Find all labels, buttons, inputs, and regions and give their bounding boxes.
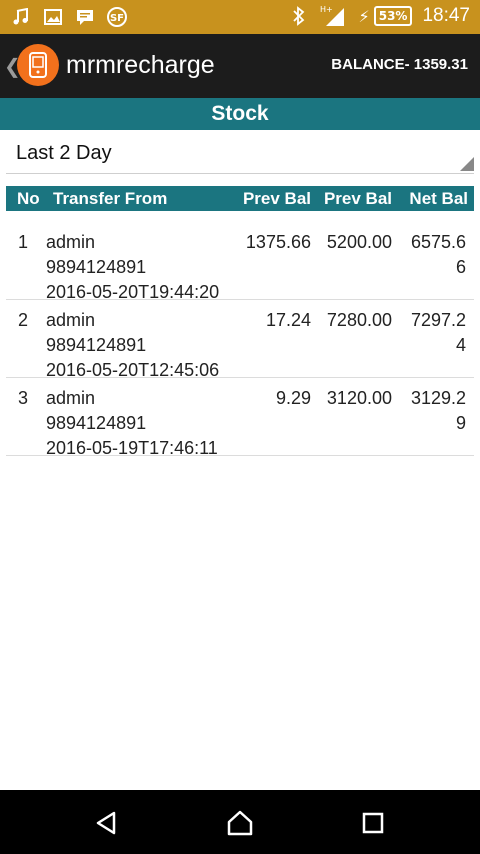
system-icons: H+ ⚡ 53% 18:47 bbox=[288, 4, 470, 28]
row-from-phone: 9894124891 bbox=[46, 257, 147, 277]
header-prev-bal-2: Prev Bal bbox=[323, 189, 392, 208]
network-type-label: H+ bbox=[320, 5, 333, 14]
row-prev-bal-2: 3120.00 bbox=[326, 388, 392, 408]
row-prev-bal-1: 9.29 bbox=[275, 388, 311, 408]
row-net-bal: 7297.24 bbox=[410, 310, 466, 355]
sf-icon: SF bbox=[106, 5, 128, 29]
dropdown-arrow-icon bbox=[460, 157, 474, 171]
phone-icon bbox=[29, 52, 47, 78]
notification-icons: SF bbox=[10, 5, 128, 29]
balance-label: BALANCE- 1359.31 bbox=[331, 56, 468, 73]
row-no: 3 bbox=[18, 388, 29, 408]
page-title: Stock bbox=[0, 98, 480, 130]
row-transfer-from: admin 9894124891 2016-05-20T12:45:06 bbox=[46, 308, 219, 383]
navigation-bar bbox=[0, 790, 480, 854]
row-from-phone: 9894124891 bbox=[46, 335, 147, 355]
row-from-name: admin bbox=[46, 388, 96, 408]
row-net-bal: 6575.66 bbox=[410, 232, 466, 277]
charging-icon: ⚡ bbox=[358, 6, 370, 26]
music-icon bbox=[10, 5, 32, 29]
row-prev-bal-2: 5200.00 bbox=[326, 232, 392, 252]
back-icon[interactable] bbox=[92, 808, 122, 838]
row-from-phone: 9894124891 bbox=[46, 413, 147, 433]
table-row[interactable]: 3 admin 9894124891 2016-05-19T17:46:11 9… bbox=[6, 378, 474, 458]
recents-icon[interactable] bbox=[358, 808, 388, 838]
row-from-time: 2016-05-19T17:46:11 bbox=[46, 438, 218, 458]
action-bar: ❮ mrmrecharge BALANCE- 1359.31 bbox=[0, 34, 480, 98]
row-from-name: admin bbox=[46, 310, 96, 330]
row-prev-bal-1: 17.24 bbox=[265, 310, 311, 330]
header-transfer-from: Transfer From bbox=[53, 189, 168, 208]
app-logo[interactable] bbox=[17, 44, 59, 86]
signal-icon: H+ bbox=[320, 4, 348, 28]
home-icon[interactable] bbox=[225, 808, 255, 838]
table-header: No Transfer From Prev Bal Prev Bal Net B… bbox=[6, 186, 474, 211]
header-prev-bal-1: Prev Bal bbox=[242, 189, 311, 208]
period-selected-value: Last 2 Day bbox=[16, 142, 112, 164]
svg-text:SF: SF bbox=[110, 13, 124, 24]
app-title: mrmrecharge bbox=[66, 51, 215, 79]
bluetooth-icon bbox=[288, 4, 310, 28]
row-prev-bal-1: 1375.66 bbox=[245, 232, 311, 252]
table-row[interactable]: 1 admin 9894124891 2016-05-20T19:44:20 1… bbox=[6, 222, 474, 302]
row-transfer-from: admin 9894124891 2016-05-19T17:46:11 bbox=[46, 386, 218, 461]
table-row[interactable]: 2 admin 9894124891 2016-05-20T12:45:06 1… bbox=[6, 300, 474, 380]
battery-percent: 53% bbox=[378, 9, 408, 23]
image-icon bbox=[42, 5, 64, 29]
battery-icon: 53% bbox=[373, 6, 413, 26]
row-net-bal: 3129.29 bbox=[410, 388, 466, 433]
row-no: 1 bbox=[18, 232, 29, 252]
status-bar: SF H+ ⚡ 53% 18:47 bbox=[0, 0, 480, 34]
row-prev-bal-2: 7280.00 bbox=[326, 310, 392, 330]
row-transfer-from: admin 9894124891 2016-05-20T19:44:20 bbox=[46, 230, 219, 305]
message-icon bbox=[74, 5, 96, 29]
clock: 18:47 bbox=[422, 5, 470, 26]
header-net-bal: Net Bal bbox=[409, 189, 468, 208]
header-no: No bbox=[17, 189, 40, 208]
period-dropdown[interactable]: Last 2 Day bbox=[6, 138, 474, 174]
row-no: 2 bbox=[18, 310, 29, 330]
row-from-name: admin bbox=[46, 232, 96, 252]
